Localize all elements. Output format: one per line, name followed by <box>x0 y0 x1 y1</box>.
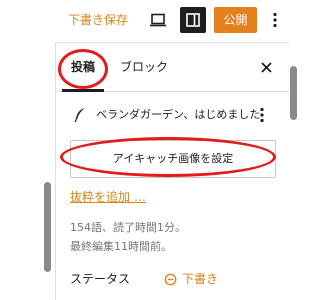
tab-block[interactable]: ブロック <box>120 43 168 91</box>
last-edited: 最終編集11時間前。 <box>70 240 172 253</box>
post-stats: 154語、読了時間1分。 最終編集11時間前。 <box>70 218 270 256</box>
publish-button[interactable]: 公開 <box>214 7 257 33</box>
status-row: ステータス 下書き <box>56 265 289 293</box>
draft-status-icon <box>164 273 177 285</box>
set-featured-image-button[interactable]: アイキャッチ画像を設定 <box>70 140 276 178</box>
settings-sidebar: 投稿 ブロック ベランダガーデン、はじめました アイキャッチ画像を設定 抜粋を追… <box>55 42 289 300</box>
post-title: ベランダガーデン、はじめました <box>96 108 261 121</box>
tab-post[interactable]: 投稿 <box>70 43 96 91</box>
vertical-ellipsis-icon <box>273 12 277 28</box>
status-value: 下書き <box>182 272 219 286</box>
editor-frame: 下書き保存 公開 投稿 ブロック ベランダガーデン、はじめました アイキャッチ画… <box>0 0 300 300</box>
close-icon <box>260 61 272 73</box>
status-label: ステータス <box>70 272 131 286</box>
settings-toggle-button[interactable] <box>180 7 206 33</box>
close-sidebar-button[interactable] <box>256 57 276 77</box>
preview-button[interactable] <box>146 8 170 32</box>
editor-toolbar: 下書き保存 公開 <box>0 0 300 42</box>
sidebar-toggle-icon <box>186 13 200 27</box>
post-summary: ベランダガーデン、はじめました <box>56 91 289 139</box>
vertical-ellipsis-icon <box>260 107 264 123</box>
quill-icon <box>72 105 88 125</box>
desktop-preview-icon <box>150 13 166 27</box>
add-excerpt-link[interactable]: 抜粋を追加 … <box>70 188 146 206</box>
sidebar-tabs: 投稿 ブロック <box>56 43 289 92</box>
editor-scrollbar[interactable] <box>44 182 51 272</box>
options-button[interactable] <box>265 8 285 32</box>
status-button[interactable]: 下書き <box>164 269 218 289</box>
post-actions-button[interactable] <box>252 103 272 127</box>
sidebar-scrollbar[interactable] <box>290 66 297 120</box>
save-draft-button[interactable]: 下書き保存 <box>68 10 128 30</box>
word-count-reading-time: 154語、読了時間1分。 <box>70 221 186 234</box>
